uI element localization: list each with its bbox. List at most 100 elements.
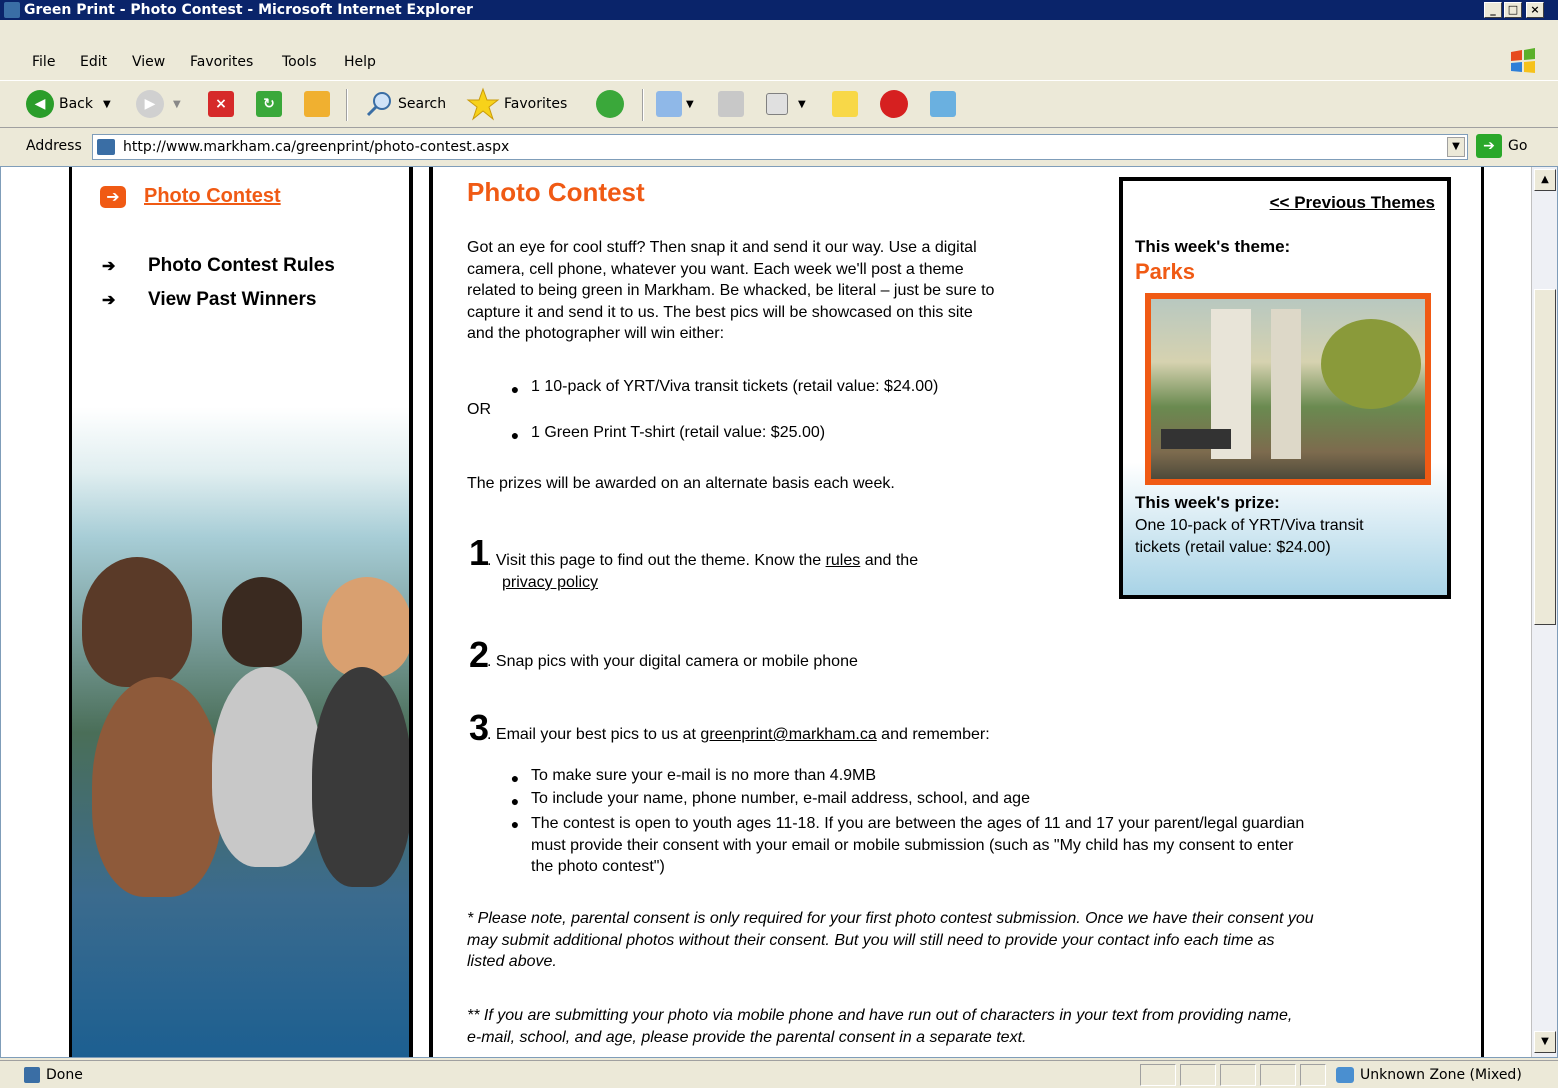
privacy-policy-link[interactable]: privacy policy [502, 574, 598, 592]
ie-icon [4, 2, 20, 18]
parks-photo [1145, 293, 1431, 485]
stop-button[interactable]: × [208, 87, 234, 121]
scroll-thumb[interactable] [1534, 289, 1556, 625]
menu-view[interactable]: View [132, 54, 165, 70]
maximize-button[interactable]: □ [1504, 2, 1522, 18]
chevron-down-icon[interactable]: ▼ [686, 99, 694, 110]
back-arrow-icon: ◀ [26, 90, 54, 118]
address-label: Address [26, 138, 82, 154]
scroll-down-button[interactable]: ▼ [1534, 1031, 1556, 1053]
person-figure [222, 577, 302, 667]
theme-box: << Previous Themes This week's theme: Pa… [1119, 177, 1451, 599]
search-button[interactable]: Search [364, 87, 446, 121]
toolbar-separator [642, 89, 644, 121]
intro-paragraph: Got an eye for cool stuff? Then snap it … [467, 239, 995, 343]
messenger-icon [880, 90, 908, 118]
address-input[interactable]: http://www.markham.ca/greenprint/photo-c… [92, 134, 1468, 160]
favorites-button[interactable]: Favorites [466, 87, 567, 121]
step-3-text: . Email your best pics to us at greenpri… [487, 726, 990, 743]
search-icon [366, 92, 391, 117]
bullet-icon: ● [510, 816, 520, 832]
person-figure [82, 557, 192, 687]
prize-label: This week's prize: [1135, 493, 1280, 512]
vertical-scrollbar[interactable]: ▲ ▼ [1531, 167, 1557, 1057]
list-item: ● 1 10-pack of YRT/Viva transit tickets … [499, 378, 939, 400]
chevron-down-icon[interactable]: ▼ [173, 99, 181, 110]
back-button[interactable]: ◀ Back ▼ [26, 87, 111, 121]
menu-tools[interactable]: Tools [282, 54, 317, 70]
status-bar: Done Unknown Zone (Mixed) [0, 1060, 1558, 1088]
prize-value: One 10-pack of YRT/Viva transit tickets … [1135, 517, 1364, 556]
note-icon [832, 91, 858, 117]
nav-view-past-winners[interactable]: ➔ View Past Winners [102, 289, 316, 311]
forward-button[interactable]: ▶ ▼ [136, 87, 181, 121]
arrow-right-icon: ➔ [100, 185, 126, 208]
history-icon [596, 90, 624, 118]
teens-photo [72, 407, 409, 1057]
status-panel [1180, 1064, 1216, 1086]
window-title: Green Print - Photo Contest - Microsoft … [24, 2, 473, 18]
list-item: ● To include your name, phone number, e-… [499, 790, 1030, 812]
home-button[interactable] [304, 87, 330, 121]
step-1-text: . Visit this page to find out the theme.… [487, 552, 919, 569]
mail-button[interactable]: ▼ [656, 87, 694, 121]
title-bar[interactable]: Green Print - Photo Contest - Microsoft … [0, 0, 1558, 20]
nav-photo-contest[interactable]: ➔ Photo Contest [100, 185, 281, 208]
menu-favorites[interactable]: Favorites [190, 54, 253, 70]
address-dropdown-button[interactable]: ▼ [1447, 137, 1465, 157]
browser-window: Green Print - Photo Contest - Microsoft … [0, 0, 1558, 1088]
step-2-text: . Snap pics with your digital camera or … [487, 653, 858, 670]
history-button[interactable] [596, 87, 629, 121]
list-item: ● The contest is open to youth ages 11-1… [499, 813, 1305, 878]
bench [1161, 429, 1231, 449]
edit-button[interactable]: ▼ [766, 87, 806, 121]
menu-file[interactable]: File [32, 54, 55, 70]
scroll-up-button[interactable]: ▲ [1534, 169, 1556, 191]
nav-photo-contest-rules[interactable]: ➔ Photo Contest Rules [102, 255, 335, 277]
chevron-down-icon[interactable]: ▼ [798, 99, 806, 110]
email-link[interactable]: greenprint@markham.ca [700, 726, 876, 743]
security-zone[interactable]: Unknown Zone (Mixed) [1336, 1067, 1522, 1083]
chevron-down-icon[interactable]: ▼ [103, 99, 111, 110]
toolbar: ◀ Back ▼ ▶ ▼ × ↻ Search Favorites ▼ ▼ [0, 80, 1558, 128]
close-button[interactable]: × [1526, 2, 1544, 18]
refresh-button[interactable]: ↻ [256, 87, 282, 121]
internet-zone-icon [1336, 1067, 1354, 1083]
status-panel [1220, 1064, 1256, 1086]
popup-blocked-icon[interactable] [1260, 1064, 1296, 1086]
person-figure [322, 577, 409, 677]
column [1271, 309, 1301, 459]
edit-icon [766, 93, 788, 115]
bullet-icon: ● [510, 381, 520, 397]
list-item: ● To make sure your e-mail is no more th… [499, 767, 876, 789]
arrow-right-icon: ➔ [102, 258, 116, 275]
rules-link[interactable]: rules [826, 552, 861, 569]
star-icon [466, 87, 500, 121]
theme-label: This week's theme: [1135, 237, 1291, 256]
people-icon [930, 91, 956, 117]
notes-button[interactable] [832, 87, 858, 121]
page-icon [24, 1067, 40, 1083]
page-title: Photo Contest [467, 177, 645, 207]
page-viewport: ➔ Photo Contest ➔ Photo Contest Rules ➔ … [0, 166, 1558, 1058]
bullet-icon: ● [510, 427, 520, 443]
bullet-icon: ● [510, 770, 520, 786]
menu-bar: File Edit View Favorites Tools Help [0, 42, 1558, 80]
toolbar-separator [346, 89, 348, 121]
bullet-icon: ● [510, 793, 520, 809]
stop-icon: × [208, 91, 234, 117]
person-figure [312, 667, 409, 887]
messenger-button[interactable] [880, 87, 913, 121]
menu-help[interactable]: Help [344, 54, 376, 70]
people-button[interactable] [930, 87, 956, 121]
menu-edit[interactable]: Edit [80, 54, 107, 70]
print-button[interactable] [718, 87, 744, 121]
go-button[interactable]: ➔ Go [1476, 134, 1527, 158]
main-content: Photo Contest Got an eye for cool stuff?… [429, 167, 1484, 1057]
previous-themes-link[interactable]: << Previous Themes [1270, 193, 1435, 213]
person-figure [92, 677, 222, 897]
minimize-button[interactable]: _ [1484, 2, 1502, 18]
status-panel [1140, 1064, 1176, 1086]
go-arrow-icon: ➔ [1476, 134, 1502, 158]
page-icon [97, 139, 115, 155]
